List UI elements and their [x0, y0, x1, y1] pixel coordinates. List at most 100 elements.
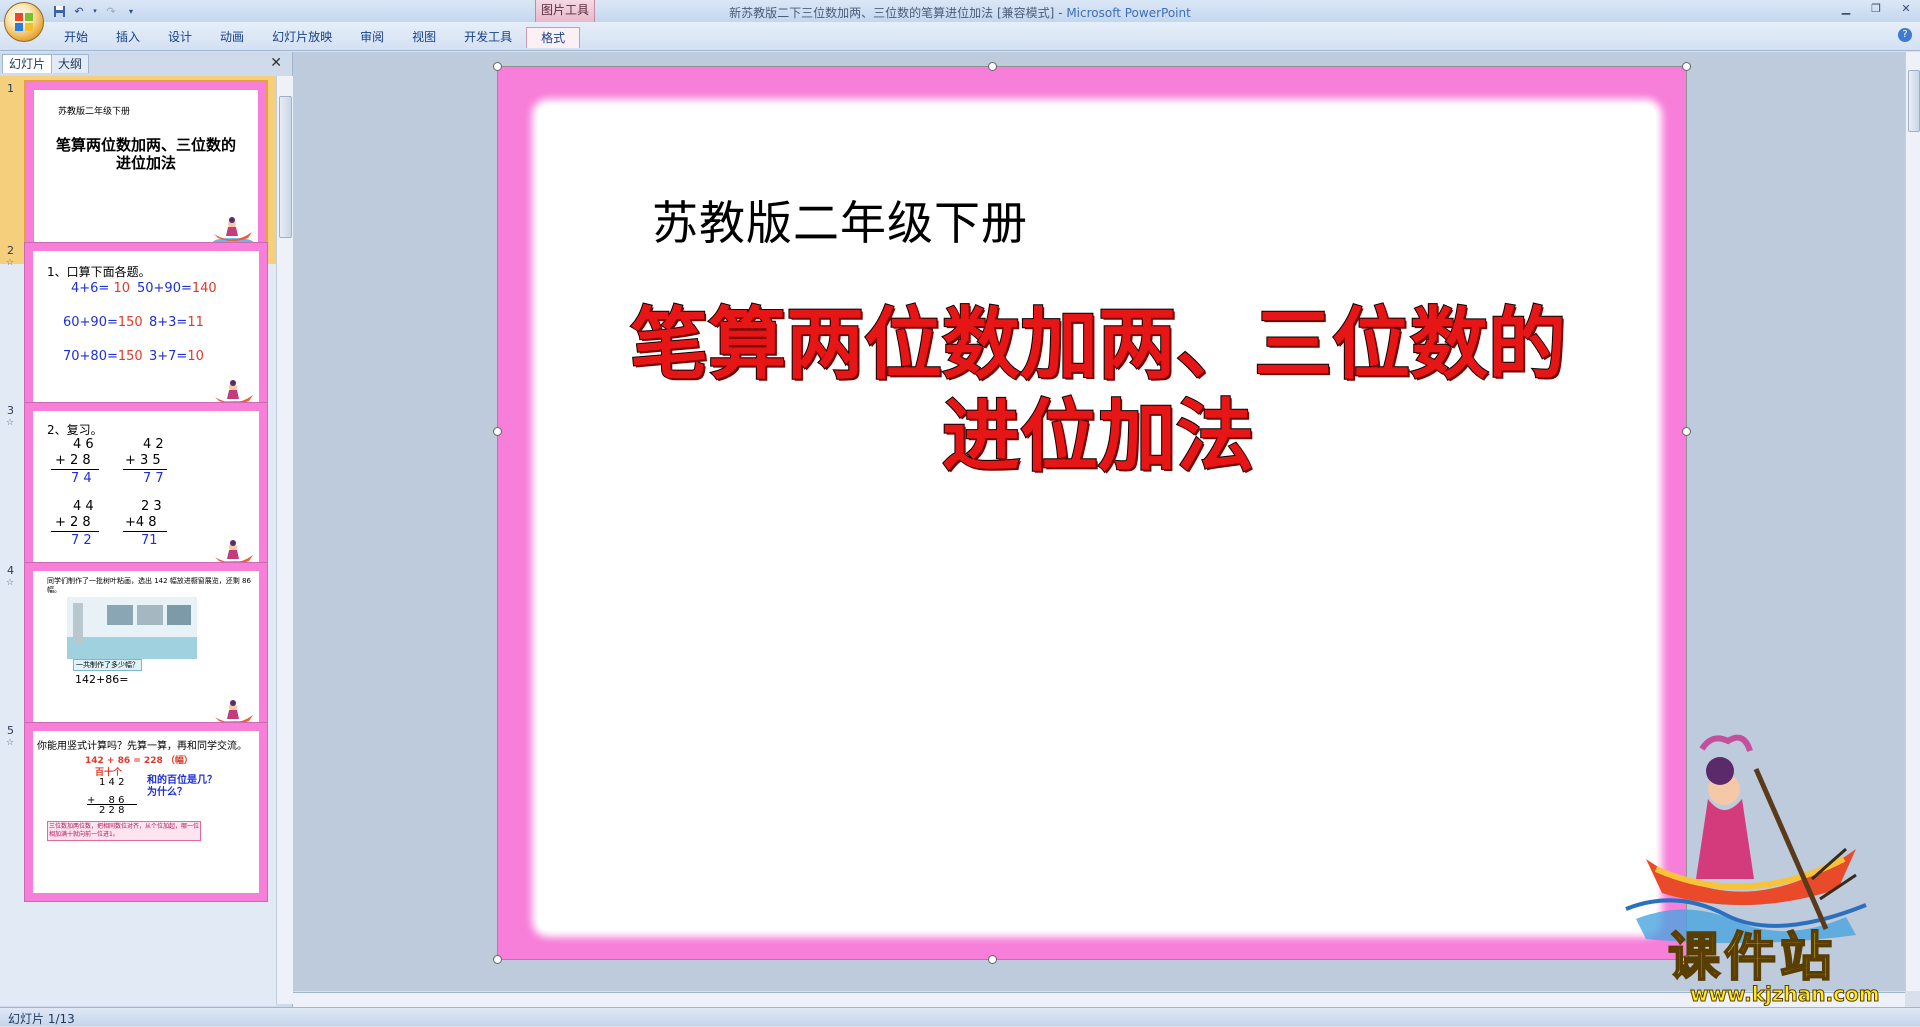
thumb-answer: 11: [187, 315, 204, 330]
close-pane-icon[interactable]: ✕: [270, 55, 282, 71]
tab-review[interactable]: 审阅: [346, 27, 398, 47]
thumb-question-bubble: 一共制作了多少幅？: [73, 659, 142, 671]
thumb-result: 71: [141, 533, 158, 548]
resize-handle[interactable]: [1682, 427, 1691, 436]
slide-editing-area: 苏教版二年级下册 笔算两位数加两、三位数的 进位加法: [293, 52, 1905, 991]
tab-slides[interactable]: 幻灯片: [2, 54, 53, 73]
resize-handle[interactable]: [1682, 62, 1691, 71]
editor-scroll-thumb[interactable]: [1908, 70, 1920, 132]
thumb-answer: 140: [191, 281, 217, 296]
watermark-logo: 课件站 www.kjzhan.com: [1667, 928, 1904, 1010]
tab-view[interactable]: 视图: [398, 27, 450, 47]
office-logo-icon: [15, 13, 33, 31]
thumb-question: 3+7=: [149, 349, 188, 364]
pane-tabs: 幻灯片 大纲: [2, 54, 90, 74]
thumb-answer: 150: [117, 315, 143, 330]
slide-thumbnail[interactable]: 同学们制作了一批树叶粘画，选出 142 幅放进橱窗展览，还剩 86 幅。 一共制…: [24, 562, 268, 742]
thumb-title-line1: 笔算两位数加两、三位数的: [55, 136, 236, 154]
resize-handle[interactable]: [493, 62, 502, 71]
tab-design[interactable]: 设计: [154, 27, 206, 47]
gallery-illustration: [67, 597, 197, 659]
thumb-operand: 2 3: [141, 499, 162, 514]
thumb-rule-box: 三位数加两位数，把相同数位对齐，从个位加起，哪一位相加满十就向前一位进1。: [47, 821, 201, 841]
thumb-problem-text: 同学们制作了一批树叶粘画，选出 142 幅放进橱窗展览，还剩 86 幅。: [47, 577, 251, 594]
thumb-question: 8+3=: [149, 315, 188, 330]
thumb-operand: 4 4: [73, 499, 94, 514]
thumb-title-line2: 进位加法: [115, 154, 176, 172]
pane-scroll-thumb[interactable]: [279, 96, 292, 238]
slide-thumbnail[interactable]: 2、复习。 4 6 + 2 8 7 4 4 2 + 3 5 7 7 4 4 + …: [24, 402, 268, 582]
thumb-result: 7 2: [71, 533, 92, 548]
tab-insert[interactable]: 插入: [102, 27, 154, 47]
minimize-icon[interactable]: ▁: [1838, 2, 1854, 16]
maximize-icon[interactable]: ❐: [1868, 2, 1884, 16]
slide-thumbnail[interactable]: 你能用竖式计算吗？先算一算，再和同学交流。 142 + 86 = 228 （幅）…: [24, 722, 268, 902]
help-icon[interactable]: ?: [1898, 28, 1912, 42]
tab-format[interactable]: 格式: [526, 27, 581, 48]
thumb-result: 7 4: [71, 471, 92, 486]
thumb-result: 7 7: [143, 471, 164, 486]
thumb-operand: + 2 8: [55, 515, 91, 530]
thumb-equation: 142+86=: [75, 673, 129, 686]
thumb-question: 50+90=: [137, 281, 192, 296]
pane-scrollbar[interactable]: [276, 76, 293, 1004]
thumb-question: 70+80=: [63, 349, 118, 364]
animation-star-icon: ☆: [6, 578, 15, 588]
boat-girl-illustration: [1625, 734, 1867, 944]
notes-pane[interactable]: [293, 992, 1905, 1007]
ribbon-tabs: 开始 插入 设计 动画 幻灯片放映 审阅 视图 开发工具 格式: [50, 27, 581, 48]
app-name: Microsoft PowerPoint: [1066, 6, 1191, 20]
slide-number: 3: [7, 404, 14, 417]
resize-handle[interactable]: [493, 427, 502, 436]
office-button[interactable]: [4, 2, 44, 42]
thumb-answer: 10: [187, 349, 204, 364]
tab-developer[interactable]: 开发工具: [450, 27, 526, 47]
tab-home[interactable]: 开始: [50, 27, 102, 47]
thumb-side-question: 和的百位是几？为什么？: [147, 775, 217, 798]
slides-pane: 幻灯片 大纲 ✕ 1 苏教版二年级下册 笔算两位数加两、三位数的 进位加法 2 …: [0, 52, 293, 1007]
slide-title-line1: 笔算两位数加两、三位数的: [629, 298, 1567, 391]
animation-star-icon: ☆: [6, 418, 15, 428]
thumbnail-row-1[interactable]: 1 苏教版二年级下册 笔算两位数加两、三位数的 进位加法: [0, 76, 276, 264]
status-bar: 幻灯片 1/13: [0, 1007, 1920, 1026]
ribbon: 开始 插入 设计 动画 幻灯片放映 审阅 视图 开发工具 格式 ?: [0, 22, 1920, 51]
resize-handle[interactable]: [493, 955, 502, 964]
title-bar: ↶ ▾ ↷ ▾ 图片工具 新苏教版二下三位数加两、三位数的笔算进位加法 [兼容模…: [0, 0, 1920, 42]
thumb-operand: 4 2: [143, 437, 164, 452]
resize-handle[interactable]: [988, 62, 997, 71]
thumb-operand: + 2 8: [55, 453, 91, 468]
slide-number: 4: [7, 564, 14, 577]
document-title: 新苏教版二下三位数加两、三位数的笔算进位加法 [兼容模式] -: [729, 6, 1067, 20]
slide-number: 2: [7, 244, 14, 257]
thumb-subtitle: 苏教版二年级下册: [58, 107, 131, 117]
thumb-question: 你能用竖式计算吗？先算一算，再和同学交流。: [37, 741, 247, 752]
close-icon[interactable]: ✕: [1898, 2, 1914, 16]
editor-scrollbar[interactable]: [1905, 52, 1920, 991]
slide-title[interactable]: 笔算两位数加两、三位数的 进位加法: [558, 298, 1638, 483]
thumb-result: 2 2 8: [99, 805, 125, 816]
watermark-text: 课件站: [1667, 928, 1837, 988]
window-title: 新苏教版二下三位数加两、三位数的笔算进位加法 [兼容模式] - Microsof…: [0, 4, 1920, 21]
current-slide[interactable]: 苏教版二年级下册 笔算两位数加两、三位数的 进位加法: [493, 62, 1867, 964]
slide-title-line2: 进位加法: [941, 390, 1255, 483]
tab-slideshow[interactable]: 幻灯片放映: [258, 27, 346, 47]
tab-outline[interactable]: 大纲: [51, 54, 90, 73]
window-controls: ▁ ❐ ✕: [1838, 2, 1914, 16]
thumb-heading: 2、复习。: [47, 423, 103, 437]
slide-thumbnails: 1 苏教版二年级下册 笔算两位数加两、三位数的 进位加法 2 ☆ 1、口算下面各…: [0, 76, 276, 1006]
resize-handle[interactable]: [988, 955, 997, 964]
slide-thumbnail[interactable]: 苏教版二年级下册 笔算两位数加两、三位数的 进位加法: [24, 80, 268, 260]
slide-thumbnail[interactable]: 1、口算下面各题。 4+6= 10 50+90=140 60+90=150 8+…: [24, 242, 268, 422]
thumb-operand: +4 8: [125, 515, 157, 530]
tab-animations[interactable]: 动画: [206, 27, 258, 47]
slide-subtitle[interactable]: 苏教版二年级下册: [652, 187, 1028, 253]
animation-star-icon: ☆: [6, 738, 15, 748]
animation-star-icon: ☆: [6, 258, 15, 268]
thumbnail-row-5[interactable]: 5 ☆ 你能用竖式计算吗？先算一算，再和同学交流。 142 + 86 = 228…: [0, 718, 276, 906]
thumb-operand: 4 6: [73, 437, 94, 452]
slide-number: 1: [7, 82, 14, 95]
thumb-answer: 150: [117, 349, 143, 364]
thumb-heading: 1、口算下面各题。: [47, 265, 151, 279]
slide-number: 5: [7, 724, 14, 737]
thumb-answer: 10: [113, 281, 131, 296]
